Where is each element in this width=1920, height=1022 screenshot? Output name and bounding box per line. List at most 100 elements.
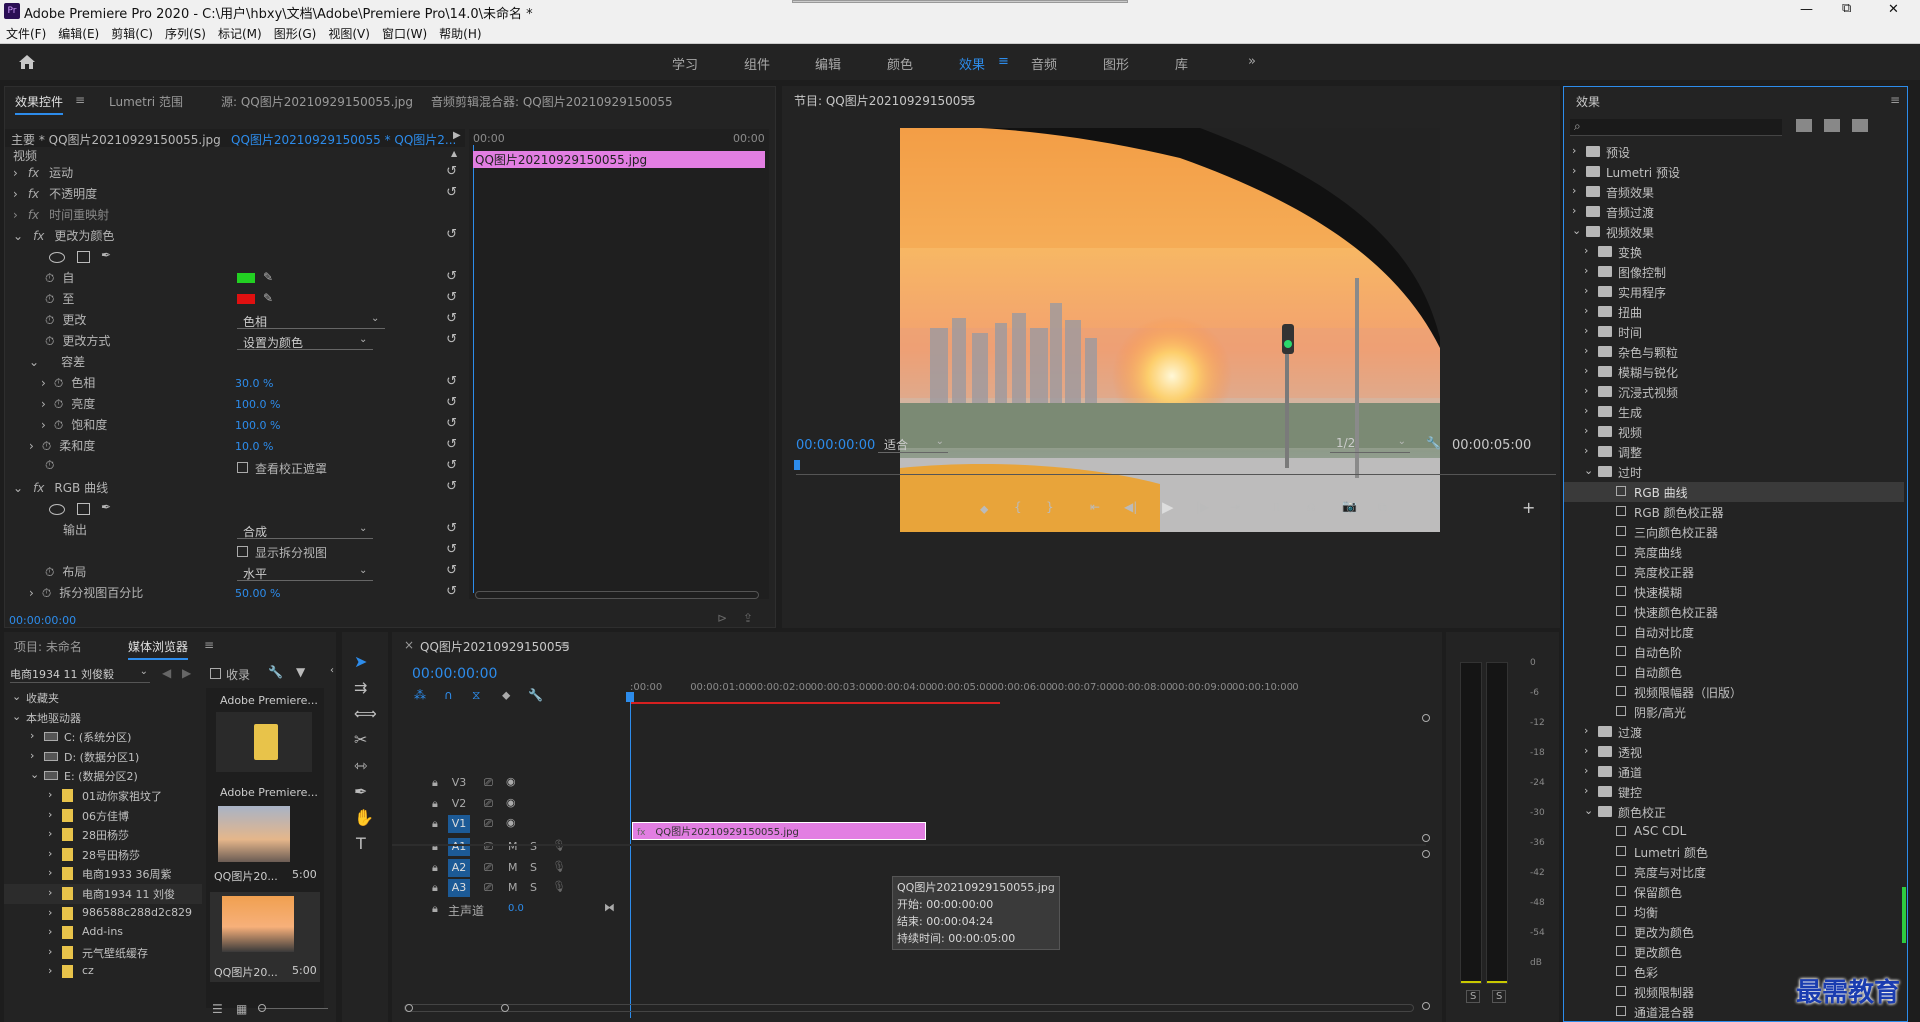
image-thumb-1[interactable]	[218, 806, 290, 862]
chevron-right-icon[interactable]: ›	[30, 749, 34, 762]
mute-button[interactable]: M	[508, 861, 518, 874]
chevron-right-icon[interactable]: ›	[1572, 204, 1576, 217]
effects-item[interactable]: 阴影/高光	[1564, 702, 1904, 722]
chevron-right-icon[interactable]: ›	[48, 906, 52, 919]
effects-item[interactable]: › Lumetri 预设	[1564, 162, 1904, 182]
row-saturation[interactable]: › ⏱ 饱和度 100.0 % ↺	[5, 416, 465, 437]
nest-icon[interactable]: ⁂	[414, 688, 426, 702]
row-rgb-curves[interactable]: ⌄ fx RGB 曲线 ↺	[5, 479, 465, 500]
tab-media-browser[interactable]: 媒体浏览器	[128, 638, 189, 660]
audio-scroll-track[interactable]	[1422, 850, 1430, 1012]
lift-button[interactable]: ⎍	[1272, 500, 1280, 515]
chevron-right-icon[interactable]: ›	[1584, 724, 1588, 737]
minimize-button[interactable]: —	[1800, 2, 1813, 17]
effects-item[interactable]: 均衡	[1564, 902, 1904, 922]
reset-icon[interactable]: ↺	[446, 584, 457, 599]
row-change-by[interactable]: ⏱ 更改方式 设置为颜色 ⌄ ↺	[5, 332, 465, 353]
row-split-view[interactable]: 显示拆分视图 ↺	[5, 542, 465, 563]
effects-item[interactable]: 视频限幅器（旧版）	[1564, 682, 1904, 702]
timeline-timecode[interactable]: 00:00:00:00	[412, 666, 497, 682]
row-opacity[interactable]: › fx 不透明度 ↺	[5, 185, 465, 206]
scroll-up-icon[interactable]: ▲	[451, 149, 457, 158]
hue-value[interactable]: 30.0 %	[235, 377, 273, 390]
file-tree-item[interactable]: › 986588c288d2c829	[4, 904, 202, 924]
solo-button[interactable]: S	[530, 840, 537, 853]
play-button[interactable]: ▶	[1162, 498, 1174, 516]
mark-in-button[interactable]: {	[1014, 500, 1022, 514]
stopwatch-icon[interactable]: ⏱	[45, 458, 54, 472]
add-marker-icon[interactable]: ⬥	[502, 688, 510, 703]
ws-editing[interactable]: 编辑	[815, 54, 841, 73]
effects-item[interactable]: › 沉浸式视频	[1564, 382, 1904, 402]
row-split-percent[interactable]: › ⏱ 拆分视图百分比 50.00 % ↺	[5, 584, 465, 605]
ingest-checkbox[interactable]	[210, 668, 221, 679]
effects-item[interactable]: 更改颜色	[1564, 942, 1904, 962]
effects-item[interactable]: › 通道	[1564, 762, 1904, 782]
file-tree-item[interactable]: › 06方佳博	[4, 806, 202, 826]
stopwatch-icon[interactable]: ⏱	[45, 565, 54, 579]
reset-icon[interactable]: ↺	[446, 416, 457, 431]
row-tolerance[interactable]: ⌄ 容差	[5, 353, 465, 374]
close-button[interactable]: ✕	[1888, 2, 1899, 17]
chevron-down-icon[interactable]: ⌄	[1584, 464, 1593, 477]
effects-item[interactable]: 三向颜色校正器	[1564, 522, 1904, 542]
stopwatch-icon[interactable]: ⏱	[45, 334, 54, 348]
sync-lock-icon[interactable]: ⎚	[484, 840, 493, 854]
reset-icon[interactable]: ↺	[446, 290, 457, 305]
maximize-button[interactable]: ⧉	[1842, 1, 1851, 16]
chevron-right-icon[interactable]: ›	[1572, 144, 1576, 157]
effects-item[interactable]: › 变换	[1564, 242, 1904, 262]
lightness-value[interactable]: 100.0 %	[235, 398, 280, 411]
reset-icon[interactable]: ↺	[446, 164, 457, 179]
sync-lock-icon[interactable]: ⎚	[484, 797, 493, 811]
program-playhead[interactable]	[794, 460, 800, 470]
eyedropper-icon[interactable]: ✎	[263, 270, 273, 284]
play-only-icon[interactable]: ▶	[453, 130, 461, 141]
saturation-value[interactable]: 100.0 %	[235, 419, 280, 432]
track-label[interactable]: A3	[448, 879, 470, 897]
panel-menu-icon[interactable]: ≡	[964, 92, 974, 106]
program-timecode[interactable]: 00:00:00:00	[796, 438, 875, 453]
tab-project[interactable]: 项目: 未命名	[14, 638, 82, 655]
row-time-remap[interactable]: › fx 时间重映射	[5, 206, 465, 227]
file-tree-item[interactable]: › C: (系统分区)	[4, 727, 202, 747]
video-scroll-track[interactable]	[1422, 714, 1430, 842]
timeline-clip[interactable]: fx QQ图片20210929150055.jpg	[632, 822, 926, 840]
ws-menu-icon[interactable]: ≡	[998, 54, 1009, 69]
from-color-swatch[interactable]	[237, 273, 255, 283]
wrench-icon[interactable]: 🔧	[1426, 436, 1441, 450]
effects-item[interactable]: › 扭曲	[1564, 302, 1904, 322]
ripple-edit-icon[interactable]: ⟺	[354, 704, 377, 723]
file-tree-item[interactable]: › Add-ins	[4, 923, 202, 943]
menu-view[interactable]: 视图(V)	[322, 22, 376, 45]
effects-item[interactable]: 亮度曲线	[1564, 542, 1904, 562]
effect-controls-timecode[interactable]: 00:00:00:00	[9, 614, 76, 627]
track-header[interactable]: 🔒︎A1⎚MS🎙︎	[392, 838, 628, 858]
ws-learn[interactable]: 学习	[672, 54, 698, 73]
chevron-right-icon[interactable]: ›	[48, 964, 52, 977]
program-scrub-bar[interactable]	[796, 474, 1556, 482]
chevron-right-icon[interactable]: ›	[48, 788, 52, 801]
row-lightness[interactable]: › ⏱ 亮度 100.0 % ↺	[5, 395, 465, 416]
location-dropdown[interactable]: 电商1934 11 刘俊毅 ⌄	[10, 666, 150, 683]
chevron-right-icon[interactable]: ›	[1584, 244, 1588, 257]
lock-icon[interactable]: 🔒︎	[432, 881, 438, 895]
back-icon[interactable]: ◀	[162, 666, 171, 680]
reset-icon[interactable]: ↺	[446, 374, 457, 389]
ws-graphics[interactable]: 图形	[1103, 54, 1129, 73]
panel-menu-icon[interactable]: ≡	[1890, 93, 1900, 107]
timeline-h-scrollbar[interactable]	[404, 1004, 1414, 1012]
menu-window[interactable]: 窗口(W)	[376, 22, 433, 45]
chevron-right-icon[interactable]: ›	[1584, 764, 1588, 777]
ws-libraries[interactable]: 库	[1175, 54, 1188, 73]
panel-menu-icon[interactable]: ≡	[204, 638, 214, 652]
reset-icon[interactable]: ↺	[446, 311, 457, 326]
file-tree-item[interactable]: ⌄ E: (数据分区2)	[4, 766, 202, 786]
solo-button[interactable]: S	[530, 881, 537, 894]
file-tree-item[interactable]: › 01动你家祖坟了	[4, 786, 202, 806]
rect-mask-icon[interactable]	[77, 503, 90, 515]
chevron-right-icon[interactable]: ›	[48, 827, 52, 840]
effects-item[interactable]: › 预设	[1564, 142, 1904, 162]
lock-icon[interactable]: 🔒︎	[432, 861, 438, 875]
reset-icon[interactable]: ↺	[446, 458, 457, 473]
